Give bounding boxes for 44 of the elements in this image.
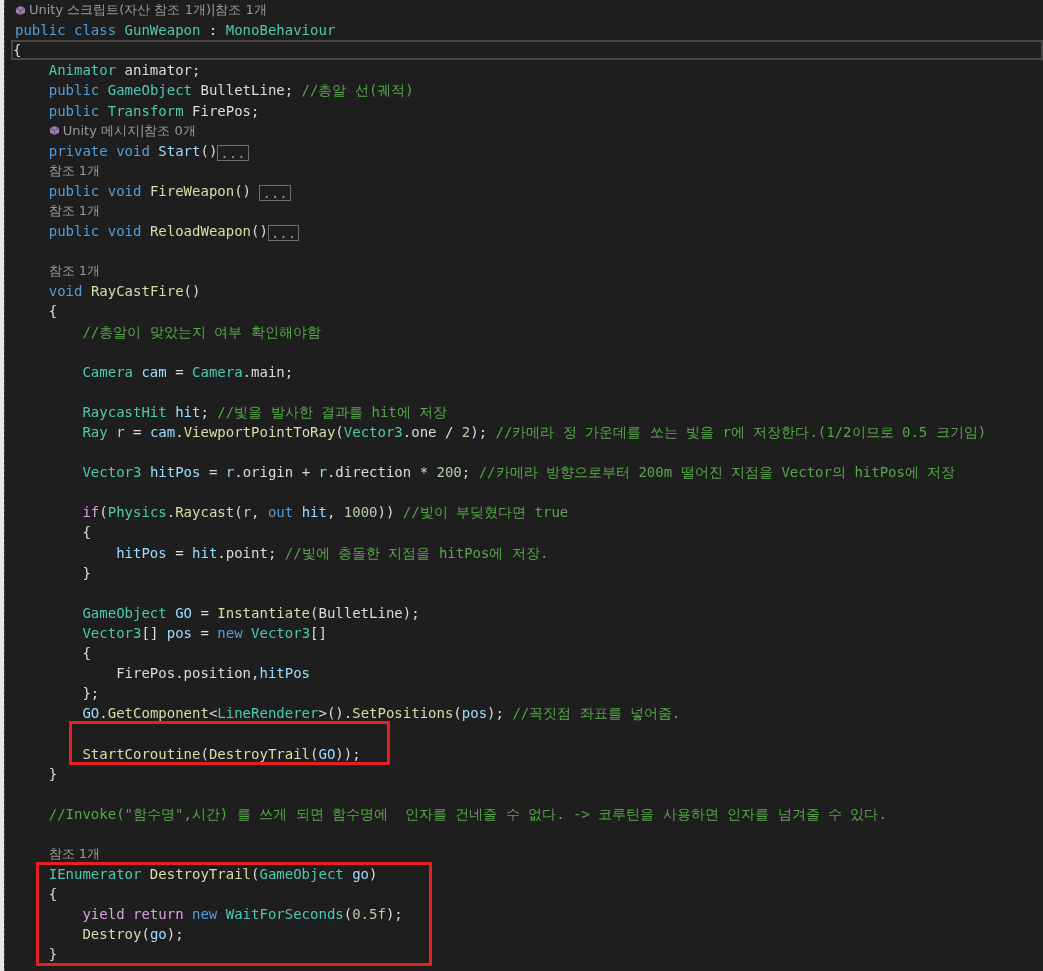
code-line: } [82,563,91,582]
code-line: hitPos = hit.point; //빛에 충돌한 지점을 hitPos에 저장. [116,543,549,562]
code-line: FirePos.position,hitPos [116,664,311,683]
code-line: Camera cam = Camera.main; [82,362,294,381]
code-line: public Transform FirePos; [48,101,260,120]
code-line: { [13,41,22,60]
code-line: //총알이 맞았는지 여부 확인해야함 [82,322,321,341]
code-line: GameObject GO = Instantiate(BulletLine); [82,603,420,622]
collapsed-code-button[interactable]: ... [217,144,249,161]
codelens-text[interactable]: 참조 1개 [48,161,101,180]
code-line: { [48,302,58,321]
code-line: StartCoroutine(DestroyTrail(GO)); [82,744,361,763]
code-line: } [48,945,58,964]
code-line: public void ReloadWeapon() [48,222,268,241]
code-line: IEnumerator DestroyTrail(GameObject go) [48,865,378,884]
code-line: private void Start() [48,141,218,160]
collapsed-code-button[interactable]: ... [259,184,291,201]
codelens-text[interactable]: 참조 1개 [48,202,101,220]
code-line: Vector3[] pos = new Vector3[] [82,623,327,642]
codelens-text[interactable]: 참조 1개 [48,262,101,281]
code-line: { [82,523,91,542]
code-line: //Invoke("함수명",시간) 를 쓰게 되면 함수명에 인자를 건네줄 수 없다. -> 코루틴을 사용하면 인자를 넘겨줄 수 있다. [48,804,887,823]
code-line: yield return new WaitForSeconds(0.5f); [82,905,403,924]
code-line: if(Physics.Raycast(r, out hit, 1000)) //빛이 부딪혔다면 true [82,503,569,522]
code-line: public class GunWeapon : MonoBehaviour [15,21,336,40]
code-line: Destroy(go); [82,925,184,944]
code-line: { [48,885,58,904]
codelens-text[interactable]: 참조 1개 [48,845,101,863]
code-line: } [48,764,58,783]
code-line: public GameObject BulletLine; //총알 선(궤적) [48,81,414,100]
code-line: void RayCastFire() [48,282,201,301]
code-line: { [82,644,91,663]
code-line: Animator animator; [48,61,201,80]
codelens-text[interactable]: Unity 메시지|참조 0개 [62,121,196,140]
cube-icon [48,125,60,137]
cube-icon [15,4,26,16]
code-line: }; [82,684,100,703]
code-line: public void FireWeapon() [48,181,253,200]
code-line: RaycastHit hit; //빛을 발사한 결과를 hit에 저장 [82,402,448,421]
collapsed-code-button[interactable]: ... [267,225,300,242]
code-line: Vector3 hitPos = r.origin + r.direction * 200; //카메라 방향으로부터 200m 떨어진 지점을 Vector의 hitPos에 저장 [82,463,956,482]
code-line: GO.GetComponent<LineRenderer>().SetPositions(pos); //꼭짓점 좌표를 넣어줌. [82,704,681,723]
codelens-text[interactable]: Unity 스크립트(자산 참조 1개)|참조 1개 [29,1,267,20]
code-line: Ray r = cam.ViewportPointToRay(Vector3.one / 2); //카메라 정 가운데를 쏘는 빛을 r에 저장한다.(1/2이므로 0.5 크기임) [82,423,987,441]
